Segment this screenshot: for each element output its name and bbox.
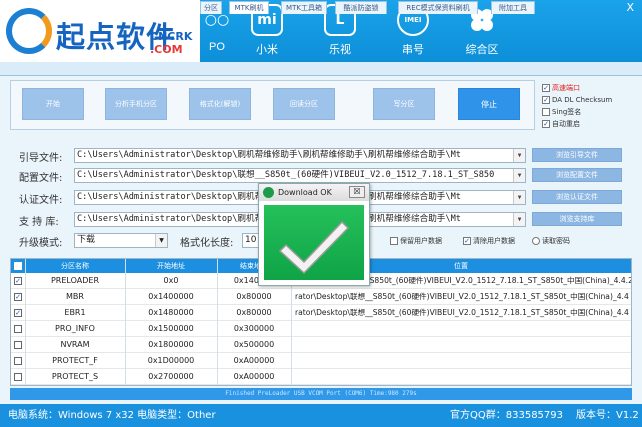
table-row[interactable]: ✓ EBR1 0x1480000 0x80000 rator\Desktop\联… [11,305,631,321]
table-row[interactable]: PRO_INFO 0x1500000 0x300000 [11,321,631,337]
app-icon [263,187,274,198]
chevron-down-icon: ▼ [513,169,525,182]
close-button[interactable]: X [626,1,634,14]
auto-reboot-option[interactable]: ✓ 自动重启 [542,118,638,130]
row-checkbox[interactable]: ✓ [14,309,22,317]
tab-partition[interactable]: 分区 [200,1,222,14]
chevron-down-icon: ▼ [513,191,525,204]
format-length-label: 格式化长度: [180,238,234,249]
tab-coolpad-lock[interactable]: 酷派防盗锁 [335,1,387,14]
start-button[interactable]: 开始 [22,88,84,120]
row-checkbox[interactable]: ✓ [14,293,22,301]
tab-mtk-flash[interactable]: MTK刷机 [229,1,269,14]
chevron-down-icon: ▼ [513,213,525,226]
checkbox-icon: ✓ [542,84,550,92]
tab-rec-mode[interactable]: REC模式保资料刷机 [398,1,478,14]
checkbox-icon [390,237,398,245]
download-ok-dialog: Download OK ☒ [258,183,370,286]
logo-sub: CNCRK .COM [150,30,193,56]
logo-mark-icon [6,8,52,54]
row-checkbox[interactable] [14,373,22,381]
checkbox-icon: ✓ [463,237,471,245]
readback-partition-button[interactable]: 回读分区 [273,88,335,120]
select-all-checkbox[interactable] [14,262,22,270]
config-file-path[interactable]: C:\Users\Administrator\Desktop\联想__S850t… [74,168,526,183]
mode-label: 升级模式: [19,238,63,249]
radio-icon [532,237,540,245]
table-row[interactable]: NVRAM 0x1800000 0x500000 [11,337,631,353]
support-lib-label: 支 持 库: [19,217,59,228]
checkbox-icon: ✓ [542,120,550,128]
chevron-down-icon: ▼ [155,234,167,247]
row-checkbox[interactable] [14,325,22,333]
tab-mtk-toolbox[interactable]: MTK工具箱 [281,1,327,14]
read-password-option[interactable]: 读取密码 [532,236,570,246]
analyze-partition-button[interactable]: 分析手机分区 [105,88,167,120]
options-group: ✓ 高速端口 ✓ DA DL Checksum Sing签名 ✓ 自动重启 [542,82,638,130]
clear-user-data-option[interactable]: ✓ 清除用户数据 [463,236,515,246]
keep-user-data-option[interactable]: 保留用户数据 [390,236,442,246]
table-row[interactable]: ✓ MBR 0x1400000 0x80000 rator\Desktop\联想… [11,289,631,305]
high-speed-port-option[interactable]: ✓ 高速端口 [542,82,638,94]
boot-file-label: 引导文件: [19,153,63,164]
boot-file-path[interactable]: C:\Users\Administrator\Desktop\刷机帮维修助手\刷… [74,148,526,163]
dialog-close-button[interactable]: ☒ [349,186,365,198]
version: 版本号：V1.2 [576,410,639,421]
checkbox-icon: ✓ [542,96,550,104]
browse-auth-button[interactable]: 浏览认证文件 [532,190,622,204]
browse-boot-button[interactable]: 浏览引导文件 [532,148,622,162]
browse-lib-button[interactable]: 浏览支持库 [532,212,622,226]
qq-group: 官方QQ群：833585793 [450,410,564,421]
tab-bar [0,62,642,76]
tab-extra-tools[interactable]: 附加工具 [491,1,535,14]
da-checksum-option[interactable]: ✓ DA DL Checksum [542,94,638,106]
chevron-down-icon: ▼ [513,149,525,162]
table-row[interactable]: PROTECT_S 0x2700000 0xA00000 [11,369,631,385]
row-checkbox[interactable]: ✓ [14,277,22,285]
write-partition-button[interactable]: 写分区 [373,88,435,120]
stop-button[interactable]: 停止 [458,88,520,120]
config-file-label: 配置文件: [19,173,63,184]
table-row[interactable]: PROTECT_F 0x1D00000 0xA00000 [11,353,631,369]
format-unlock-button[interactable]: 格式化(解锁) [189,88,251,120]
browse-config-button[interactable]: 浏览配置文件 [532,168,622,182]
dialog-title-bar: Download OK ☒ [259,184,369,201]
sign-option[interactable]: Sing签名 [542,106,638,118]
mode-select[interactable]: 下载 ▼ [74,233,168,248]
checkbox-icon [542,108,550,116]
checkmark-icon [278,220,350,275]
system-info: 电脑系统：Windows 7 x32 电脑类型：Other [8,410,216,421]
footer: 电脑系统：Windows 7 x32 电脑类型：Other 官方QQ群：8335… [0,404,642,427]
row-checkbox[interactable] [14,341,22,349]
auth-file-label: 认证文件: [19,195,63,206]
row-checkbox[interactable] [14,357,22,365]
success-panel [264,205,364,280]
status-strip: Finished PreLoader USB VCOM Port (COM6) … [10,388,632,400]
